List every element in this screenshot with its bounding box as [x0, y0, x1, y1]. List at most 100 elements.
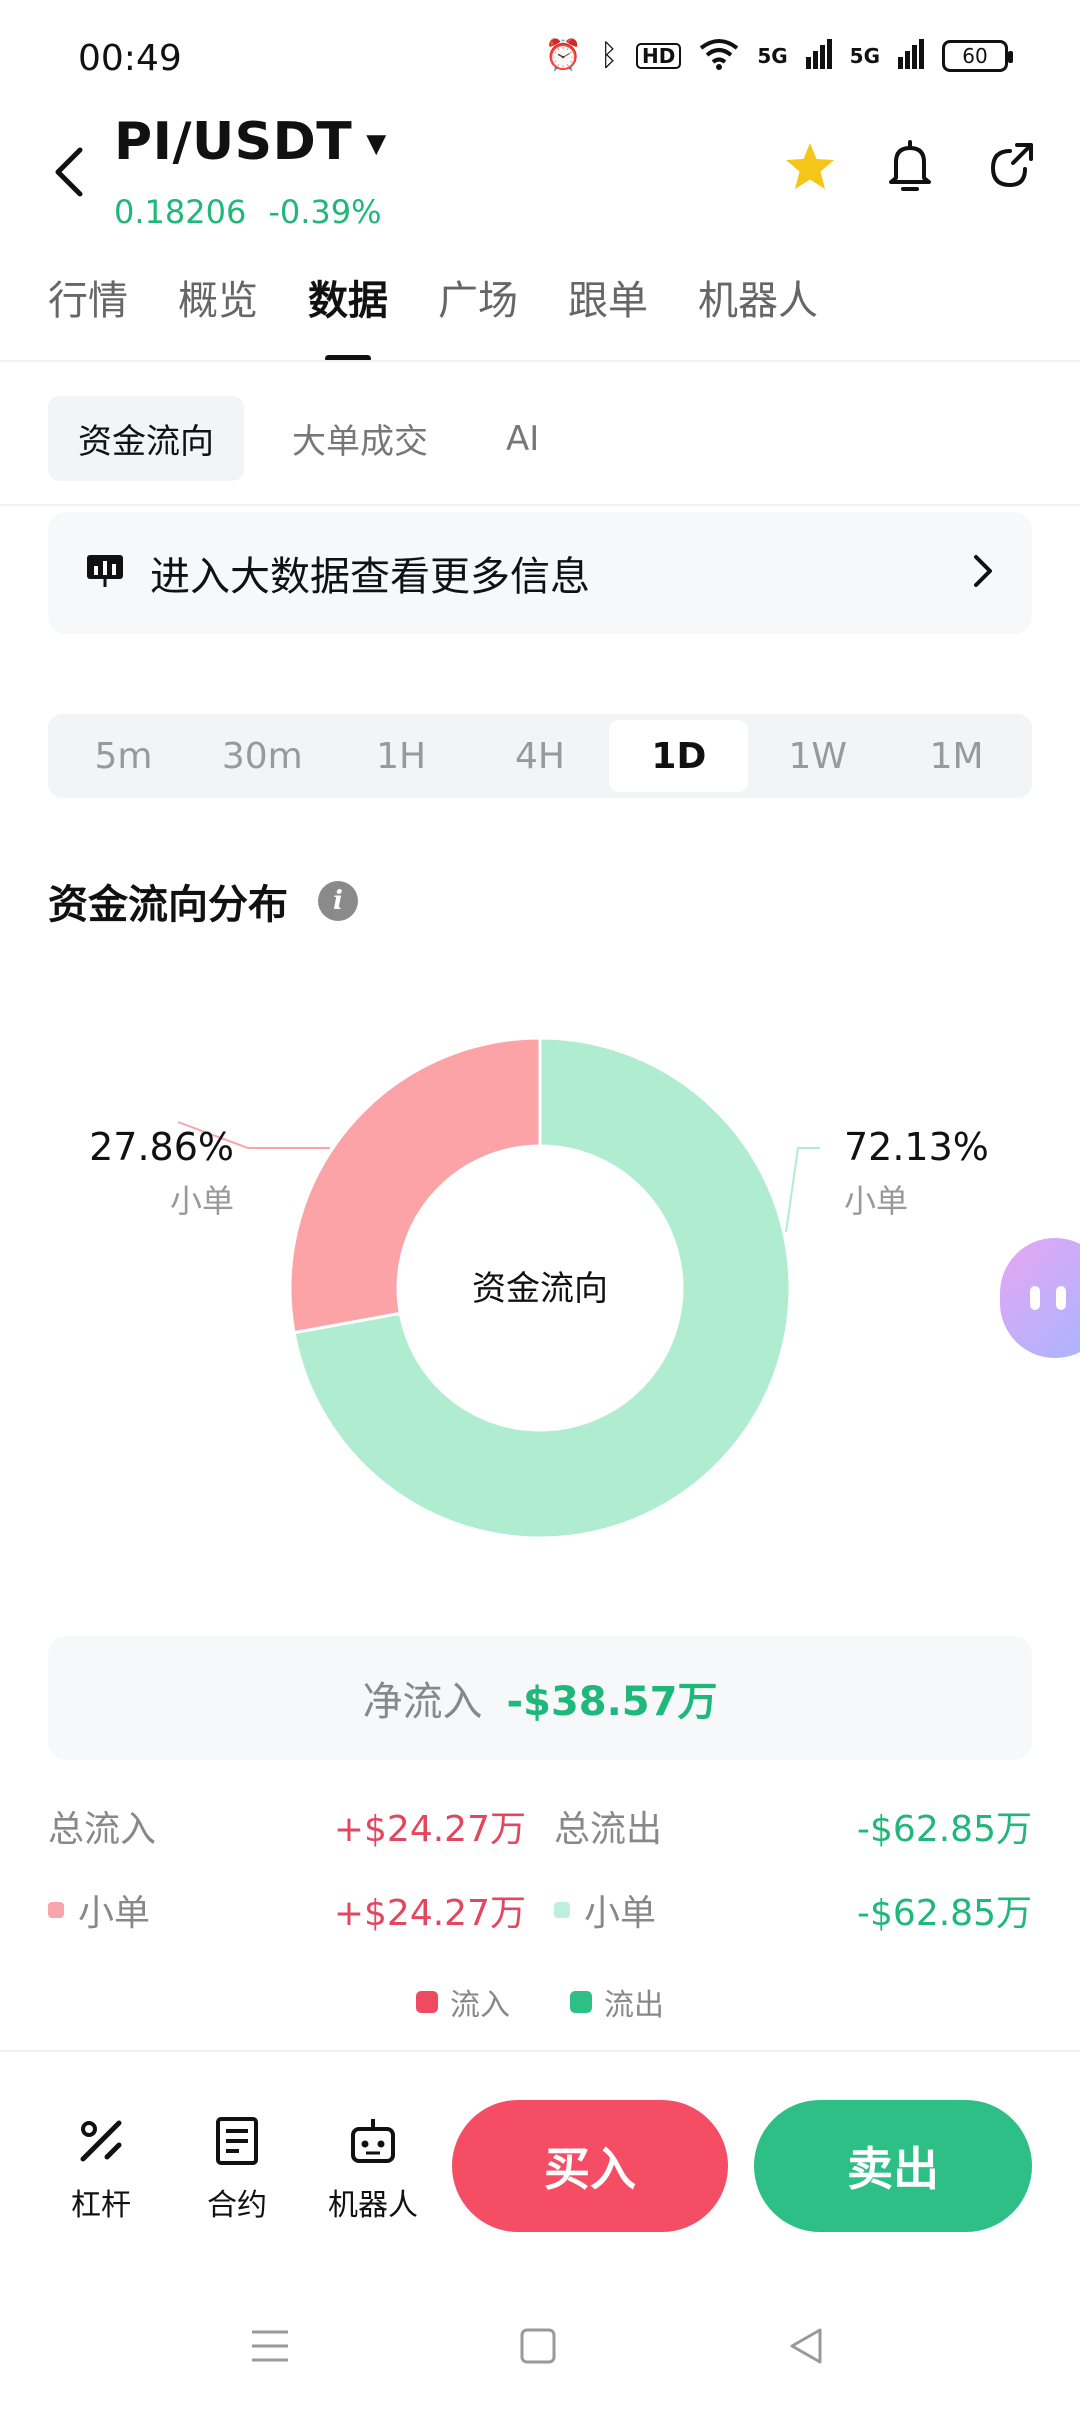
header-actions: [784, 140, 1036, 192]
slice-right-percent: 72.13%: [844, 1125, 989, 1169]
bell-icon[interactable]: [884, 140, 936, 192]
bluetooth-icon: ᛒ: [599, 38, 618, 73]
range-1m[interactable]: 1M: [887, 720, 1026, 792]
network-5g-label-1: 5G: [757, 44, 788, 68]
wifi-icon: [699, 38, 739, 74]
small-inflow: 小单 +$24.27万: [48, 1884, 526, 1936]
total-outflow-value: -$62.85万: [857, 1809, 1032, 1850]
legend-outflow: 流出: [570, 1980, 664, 2024]
leverage-icon: [74, 2114, 128, 2168]
subtab-large-orders[interactable]: 大单成交: [262, 396, 458, 481]
menu-nav-button[interactable]: [240, 2316, 300, 2376]
info-icon[interactable]: i: [318, 881, 358, 921]
battery-icon: 60: [942, 40, 1013, 72]
tab-robot[interactable]: 机器人: [698, 268, 818, 362]
home-nav-button[interactable]: [508, 2316, 568, 2376]
pair-selector[interactable]: PI/USDT ▼: [114, 112, 387, 172]
leader-line-right: [785, 1147, 820, 1233]
total-inflow-value: +$24.27万: [333, 1809, 526, 1850]
robot-label: 机器人: [328, 2188, 418, 2223]
legend-outflow-swatch: [570, 1991, 592, 2013]
main-tabs: 行情 概览 数据 广场 跟单 机器人: [48, 268, 818, 362]
assistant-eye-right: [1056, 1286, 1066, 1310]
net-inflow-box: 净流入 -$38.57万: [48, 1636, 1032, 1760]
net-inflow-value: -$38.57万: [506, 1679, 718, 1725]
back-button[interactable]: [44, 140, 92, 204]
pair-name: PI/USDT: [114, 112, 353, 172]
tab-data[interactable]: 数据: [308, 268, 388, 362]
status-bar: 00:49 ⏰ ᛒ HD 5G 5G 60: [0, 0, 1080, 120]
chevron-left-icon: [55, 147, 83, 197]
small-outflow-label: 小单: [584, 1893, 657, 1934]
range-1h[interactable]: 1H: [332, 720, 471, 792]
contract-label: 合约: [207, 2188, 267, 2223]
total-outflow: 总流出 -$62.85万: [554, 1800, 1032, 1852]
section-title: 资金流向分布: [48, 882, 288, 928]
price-line: 0.18206 -0.39%: [114, 193, 382, 231]
home-square-icon: [520, 2328, 556, 2364]
small-inflow-label: 小单: [78, 1893, 151, 1934]
time-range-selector: 5m 30m 1H 4H 1D 1W 1M: [48, 714, 1032, 798]
flow-legend: 流入 流出: [0, 1980, 1080, 2024]
legend-outflow-label: 流出: [604, 1988, 664, 2023]
presentation-chart-icon: [86, 554, 124, 592]
battery-level: 60: [962, 44, 988, 68]
hd-badge: HD: [635, 43, 682, 69]
banner-text: 进入大数据查看更多信息: [150, 554, 590, 600]
buy-button[interactable]: 买入: [452, 2100, 728, 2232]
status-icons: ⏰ ᛒ HD 5G 5G 60: [544, 38, 1013, 74]
total-inflow: 总流入 +$24.27万: [48, 1800, 526, 1852]
robot-button[interactable]: 机器人: [318, 2114, 428, 2224]
small-inflow-value: +$24.27万: [333, 1893, 526, 1934]
range-1w[interactable]: 1W: [748, 720, 887, 792]
sell-button[interactable]: 卖出: [754, 2100, 1032, 2232]
contract-button[interactable]: 合约: [182, 2114, 292, 2224]
tab-copy-trade[interactable]: 跟单: [568, 268, 648, 362]
bottom-divider: [0, 2050, 1080, 2052]
status-time: 00:49: [78, 38, 182, 79]
leverage-label: 杠杆: [71, 2188, 131, 2223]
slice-left-percent: 27.86%: [89, 1125, 234, 1169]
subtab-ai[interactable]: AI: [476, 401, 569, 477]
small-outflow-value: -$62.85万: [857, 1893, 1032, 1934]
outflow-dot: [554, 1902, 570, 1918]
big-data-banner[interactable]: 进入大数据查看更多信息: [48, 512, 1032, 634]
legend-inflow-label: 流入: [450, 1988, 510, 2023]
tab-market[interactable]: 行情: [48, 268, 128, 362]
range-5m[interactable]: 5m: [54, 720, 193, 792]
range-4h[interactable]: 4H: [471, 720, 610, 792]
range-30m[interactable]: 30m: [193, 720, 332, 792]
tabs-divider: [0, 360, 1080, 362]
subtabs-divider: [0, 504, 1080, 506]
network-5g-label-2: 5G: [849, 44, 880, 68]
back-triangle-icon: [790, 2328, 822, 2364]
legend-inflow-swatch: [416, 1991, 438, 2013]
range-1d[interactable]: 1D: [609, 720, 749, 792]
total-inflow-label: 总流入: [48, 1809, 157, 1850]
alarm-icon: ⏰: [544, 38, 582, 73]
subtab-fund-flow[interactable]: 资金流向: [48, 396, 244, 481]
slice-left-label: 小单: [170, 1182, 234, 1220]
section-header: 资金流向分布 i: [48, 872, 358, 930]
share-icon[interactable]: [984, 140, 1036, 192]
donut-center-label: 资金流向: [472, 1269, 608, 1309]
last-price: 0.18206: [114, 193, 247, 231]
fund-flow-donut-chart: 27.86% 小单 72.13% 小单 资金流向: [89, 1036, 989, 1540]
small-order-flow-row: 小单 +$24.27万 小单 -$62.85万: [48, 1884, 1032, 1936]
total-outflow-label: 总流出: [554, 1809, 663, 1850]
signal-icon: [805, 39, 832, 73]
signal-icon-2: [898, 39, 924, 73]
caret-down-icon: ▼: [366, 129, 387, 159]
net-inflow-label: 净流入: [362, 1679, 483, 1725]
tab-overview[interactable]: 概览: [178, 268, 258, 362]
favorite-star-icon[interactable]: [784, 140, 836, 192]
small-outflow: 小单 -$62.85万: [554, 1884, 1032, 1936]
price-change: -0.39%: [268, 193, 382, 231]
back-nav-button[interactable]: [776, 2316, 836, 2376]
tab-square[interactable]: 广场: [438, 268, 518, 362]
sub-tabs: 资金流向 大单成交 AI: [48, 396, 569, 481]
leverage-button[interactable]: 杠杆: [46, 2114, 156, 2224]
assistant-eye-left: [1030, 1286, 1040, 1310]
inflow-dot: [48, 1902, 64, 1918]
legend-inflow: 流入: [416, 1980, 510, 2024]
